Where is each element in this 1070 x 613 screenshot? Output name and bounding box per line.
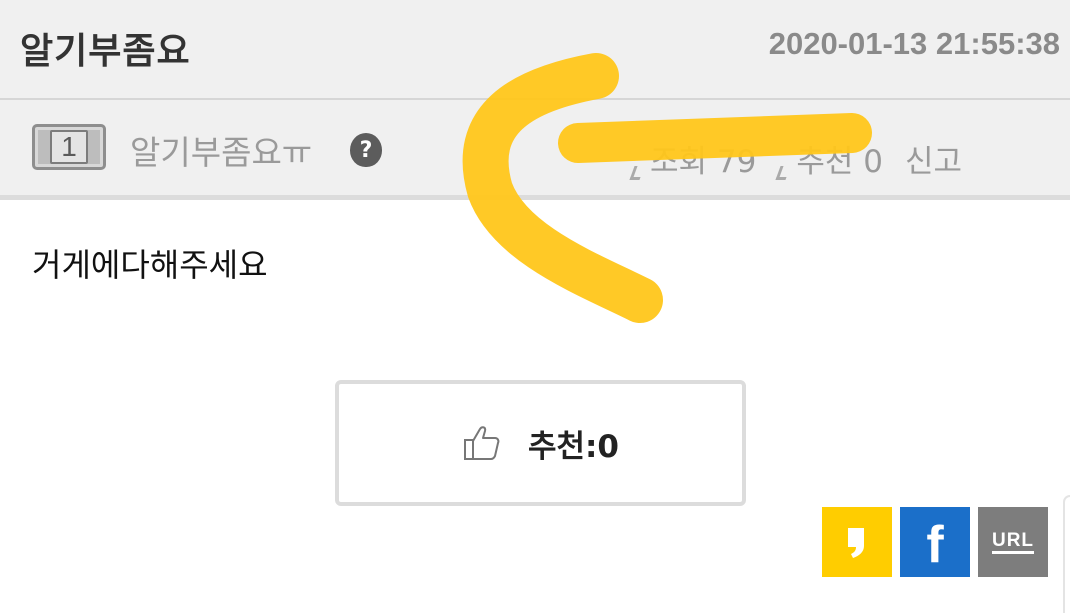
recommend-label: 추천:0 [527,428,619,465]
level-number: 1 [50,130,88,164]
share-url-button[interactable]: URL [978,507,1048,577]
separator-icon [629,166,645,180]
post-header: 알기부좀요 2020-01-13 21:55:38 [0,0,1070,100]
report-link[interactable]: 신고 [905,136,962,181]
level-badge: 1 [32,124,106,170]
post-date: 2020-01-13 21:55:38 [768,26,1060,61]
facebook-icon: f [926,516,944,574]
post-title: 알기부좀요 [20,31,191,72]
question-icon[interactable]: ? [350,133,382,167]
recommend-count: 추천 0 [796,144,883,180]
post-body: 거게에다해주세요 [32,246,268,284]
recommend-button[interactable]: 추천:0 [335,380,746,506]
scrollbar-edge [1063,495,1070,613]
view-count: 조회 79 [650,144,757,180]
thumbs-up-icon [463,426,500,460]
post-meta: 조회 79 추천 0 신고 [629,136,962,181]
post-view: 알기부좀요 2020-01-13 21:55:38 1 알기부좀요ㅠ ? 조회 … [0,0,1070,613]
author-name[interactable]: 알기부좀요ㅠ [130,126,312,174]
url-label: URL [991,530,1035,554]
share-kakaostory-button[interactable] [822,507,892,577]
separator-icon [775,166,791,180]
kakaostory-icon [848,528,864,558]
author-info-bar: 1 알기부좀요ㅠ ? 조회 79 추천 0 신고 [0,100,1070,200]
share-facebook-button[interactable]: f [900,507,970,577]
